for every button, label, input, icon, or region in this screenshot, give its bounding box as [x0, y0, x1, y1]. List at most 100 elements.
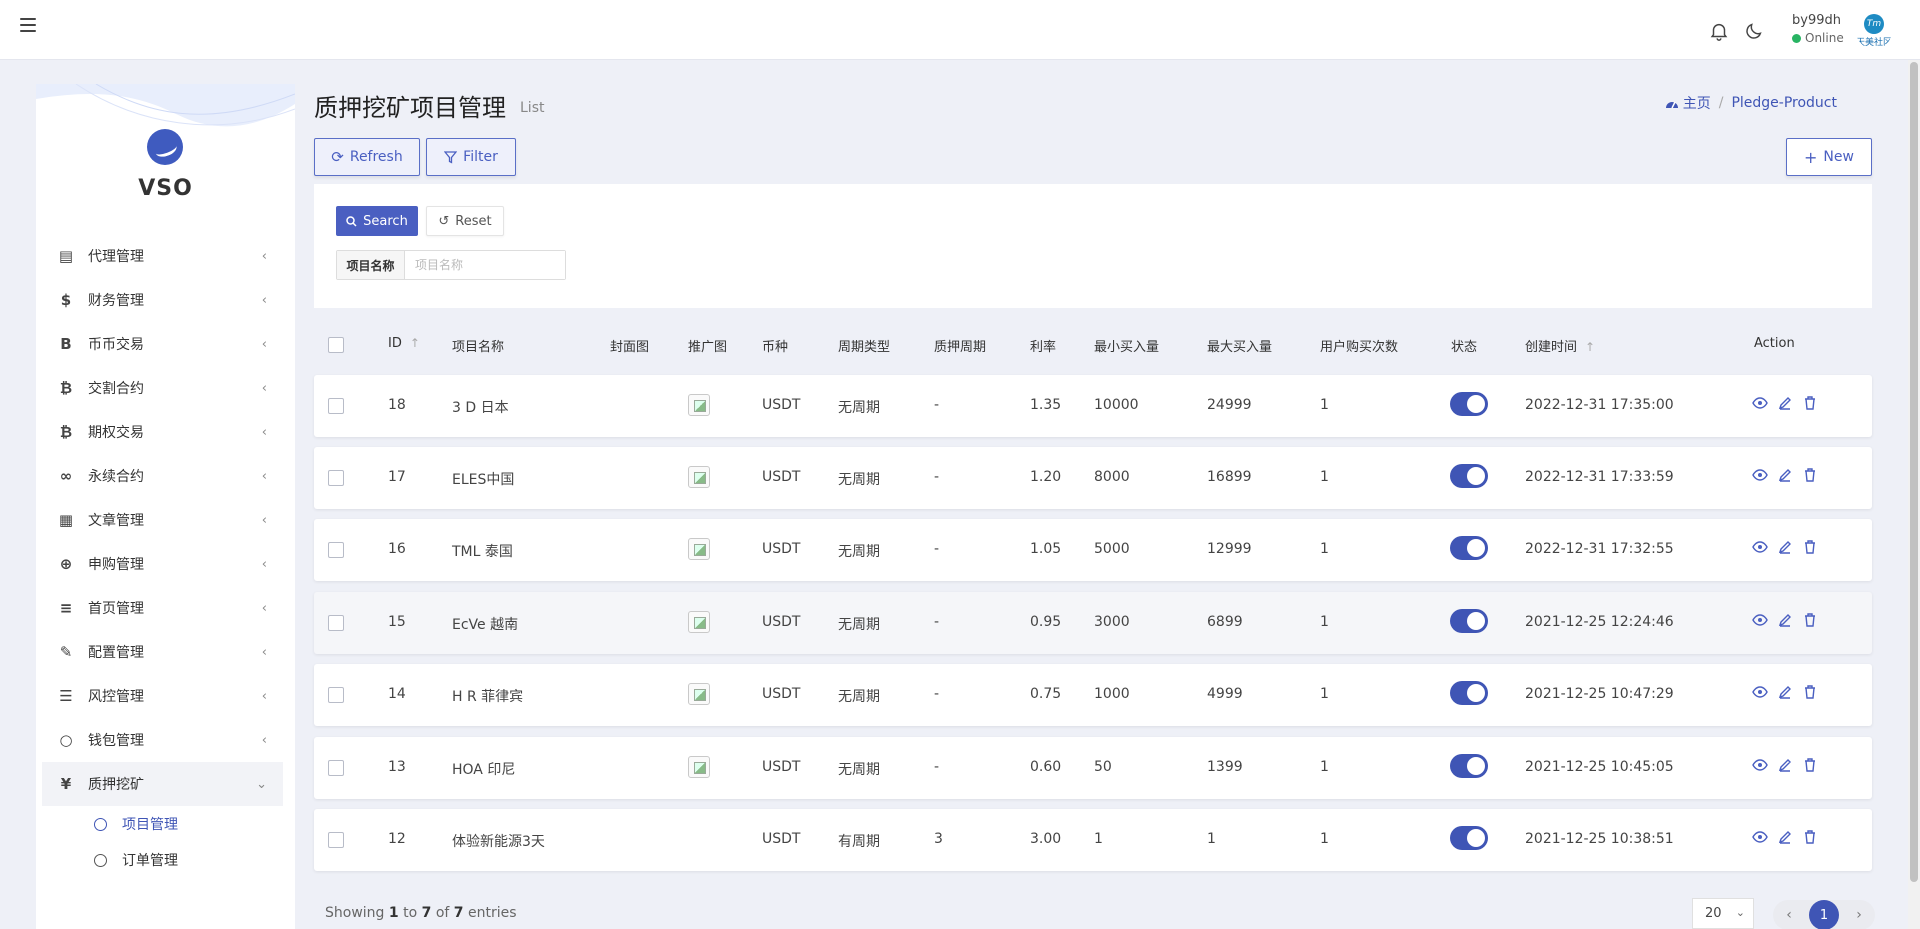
project-name-input[interactable] [405, 251, 565, 279]
table-row[interactable]: 16 TML 泰国 USDT 无周期 - 1.05 5000 12999 1 2022-12-31… [314, 519, 1872, 581]
trash-icon[interactable] [1802, 612, 1818, 628]
cell-cycle-type: 无周期 [838, 617, 880, 633]
bell-icon[interactable] [1708, 20, 1730, 42]
row-checkbox[interactable] [328, 760, 344, 776]
view-eye-icon[interactable] [1752, 684, 1768, 700]
status-toggle[interactable] [1450, 536, 1488, 560]
sidebar-item-12[interactable]: ○ 钱包管理 ‹ [36, 718, 295, 762]
view-eye-icon[interactable] [1752, 829, 1768, 845]
promo-image[interactable] [688, 466, 710, 488]
promo-image[interactable] [688, 611, 710, 633]
scrollbar-thumb[interactable] [1910, 62, 1918, 882]
cell-name: TML 泰国 [452, 544, 513, 560]
table-row[interactable]: 17 ELES中国 USDT 无周期 - 1.20 8000 16899 1 2022-12-31… [314, 447, 1872, 509]
new-button[interactable]: + New [1786, 138, 1872, 176]
submenu-item-2[interactable]: 订单管理 [36, 842, 295, 878]
trash-icon[interactable] [1802, 757, 1818, 773]
column-header-13[interactable]: 创建时间 ↑ [1525, 336, 1595, 355]
row-checkbox[interactable] [328, 687, 344, 703]
status-toggle[interactable] [1450, 826, 1488, 850]
edit-icon[interactable] [1777, 757, 1793, 773]
table-row[interactable]: 12 体验新能源3天 USDT 有周期 3 3.00 1 1 1 2021-12-25 10:38… [314, 809, 1872, 871]
promo-image[interactable] [688, 538, 710, 560]
promo-image[interactable] [688, 683, 710, 705]
status-toggle[interactable] [1450, 609, 1488, 633]
chevron-left-icon: ‹ [261, 424, 267, 440]
breadcrumb-home[interactable]: 主页 [1665, 93, 1711, 113]
sidebar-item-2[interactable]: $ 财务管理 ‹ [36, 278, 295, 322]
column-header-1[interactable]: ID ↑ [388, 336, 420, 351]
status-toggle[interactable] [1450, 681, 1488, 705]
page-subtitle: List [520, 100, 545, 116]
sidebar-item-4[interactable]: ₿ 交割合约 ‹ [36, 366, 295, 410]
refresh-button[interactable]: ⟳ Refresh [314, 138, 420, 176]
table-row[interactable]: 13 HOA 印尼 USDT 无周期 - 0.60 50 1399 1 2021-12-25 10… [314, 737, 1872, 799]
filter-button[interactable]: Filter [426, 138, 516, 176]
sidebar-item-5[interactable]: ₿ 期权交易 ‹ [36, 410, 295, 454]
submenu-item-1[interactable]: 项目管理 [36, 806, 295, 842]
cell-period: - [934, 469, 940, 485]
edit-icon[interactable] [1777, 539, 1793, 555]
chevron-left-icon: ‹ [261, 336, 267, 352]
user-info[interactable]: by99dh Online [1792, 13, 1844, 45]
promo-image[interactable] [688, 756, 710, 778]
edit-icon[interactable] [1777, 467, 1793, 483]
prev-page-button[interactable]: ‹ [1779, 907, 1799, 923]
sort-arrow-icon[interactable]: ↑ [1585, 340, 1595, 354]
cell-cycle-type: 无周期 [838, 472, 880, 488]
sidebar-item-13[interactable]: ¥ 质押挖矿 ⌄ [42, 762, 283, 806]
view-eye-icon[interactable] [1752, 757, 1768, 773]
row-checkbox[interactable] [328, 832, 344, 848]
row-checkbox[interactable] [328, 398, 344, 414]
status-toggle[interactable] [1450, 754, 1488, 778]
table-row[interactable]: 18 3 D 日本 USDT 无周期 - 1.35 10000 24999 1 2022-12-3… [314, 375, 1872, 437]
cell-rate: 3.00 [1030, 831, 1062, 847]
view-eye-icon[interactable] [1752, 612, 1768, 628]
view-eye-icon[interactable] [1752, 467, 1768, 483]
hamburger-menu-icon[interactable] [20, 18, 36, 32]
trash-icon[interactable] [1802, 395, 1818, 411]
search-button[interactable]: Search [336, 206, 418, 236]
sidebar-item-1[interactable]: ▤ 代理管理 ‹ [36, 234, 295, 278]
cell-min: 3000 [1094, 614, 1130, 630]
page-scrollbar[interactable] [1908, 60, 1920, 929]
page-button-current[interactable]: 1 [1809, 900, 1839, 929]
row-checkbox[interactable] [328, 470, 344, 486]
row-checkbox[interactable] [328, 615, 344, 631]
view-eye-icon[interactable] [1752, 395, 1768, 411]
sidebar-item-3[interactable]: B 币币交易 ‹ [36, 322, 295, 366]
sidebar-item-8[interactable]: ⊕ 申购管理 ‹ [36, 542, 295, 586]
table-row[interactable]: 15 EcVe 越南 USDT 无周期 - 0.95 3000 6899 1 2021-12-25… [314, 592, 1872, 654]
vso-logo-icon [147, 129, 183, 165]
reset-button[interactable]: ↺ Reset [426, 206, 504, 236]
sidebar-submenu: 项目管理 订单管理 [36, 806, 295, 878]
edit-icon[interactable] [1777, 395, 1793, 411]
select-all-checkbox[interactable] [328, 337, 344, 353]
edit-icon[interactable] [1777, 684, 1793, 700]
sort-arrow-icon[interactable]: ↑ [410, 336, 420, 350]
table-row[interactable]: 14 H R 菲律宾 USDT 无周期 - 0.75 1000 4999 1 2021-12-25… [314, 664, 1872, 726]
moon-icon[interactable] [1743, 20, 1765, 42]
trash-icon[interactable] [1802, 829, 1818, 845]
edit-icon[interactable] [1777, 829, 1793, 845]
sidebar-item-6[interactable]: ∞ 永续合约 ‹ [36, 454, 295, 498]
avatar[interactable]: Tm 天美社区 [1856, 13, 1892, 49]
status-toggle[interactable] [1450, 464, 1488, 488]
sidebar-item-9[interactable]: ≡ 首页管理 ‹ [36, 586, 295, 630]
cell-max: 1399 [1207, 759, 1243, 775]
link-icon: ∞ [59, 467, 73, 485]
page-size-select[interactable]: 20 ⌄ [1692, 898, 1754, 929]
next-page-button[interactable]: › [1849, 907, 1869, 923]
trash-icon[interactable] [1802, 467, 1818, 483]
sidebar-item-7[interactable]: ▦ 文章管理 ‹ [36, 498, 295, 542]
row-checkbox[interactable] [328, 542, 344, 558]
sidebar-item-11[interactable]: ☰ 风控管理 ‹ [36, 674, 295, 718]
logo-text: VSO [138, 176, 193, 201]
trash-icon[interactable] [1802, 539, 1818, 555]
sidebar-item-10[interactable]: ✎ 配置管理 ‹ [36, 630, 295, 674]
edit-icon[interactable] [1777, 612, 1793, 628]
promo-image[interactable] [688, 394, 710, 416]
trash-icon[interactable] [1802, 684, 1818, 700]
status-toggle[interactable] [1450, 392, 1488, 416]
view-eye-icon[interactable] [1752, 539, 1768, 555]
